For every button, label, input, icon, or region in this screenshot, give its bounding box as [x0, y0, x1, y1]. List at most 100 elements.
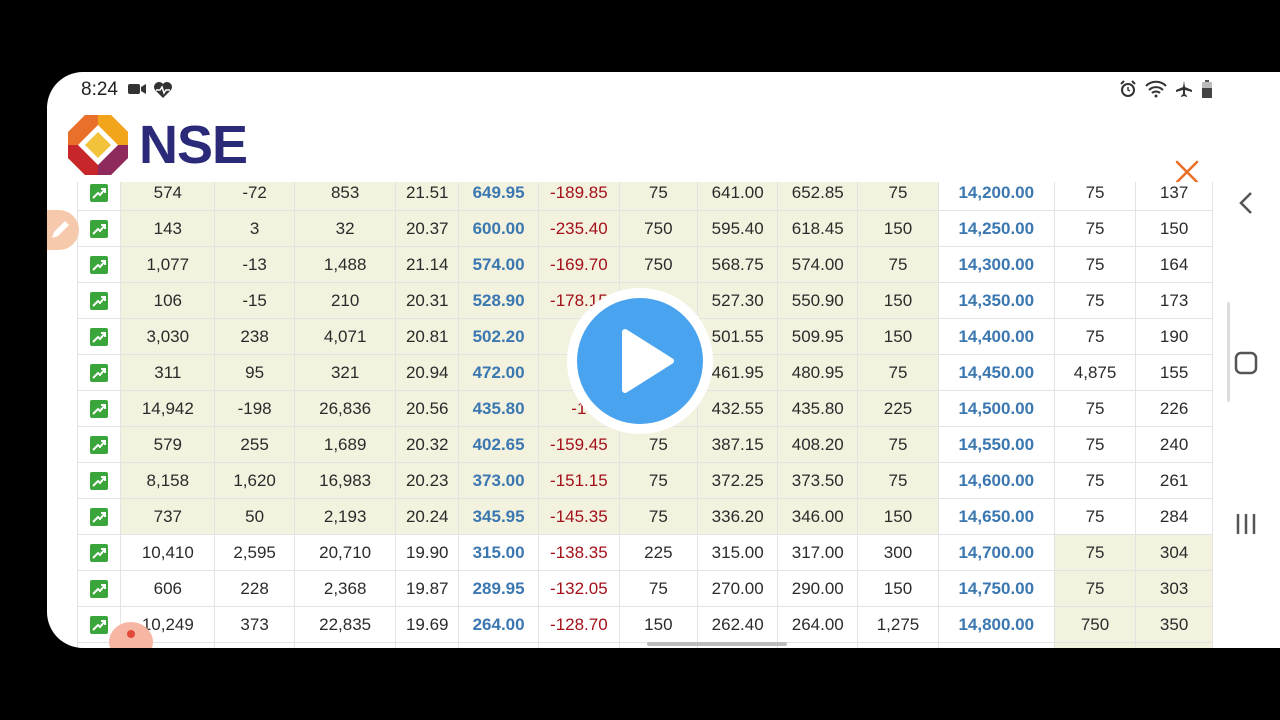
- cell-bid-qty: 750: [618, 210, 699, 247]
- cell-ask-qty: 150: [857, 498, 939, 535]
- cell-oi: 311: [120, 354, 216, 391]
- chart-icon[interactable]: [90, 616, 109, 635]
- table-row: 7601772,12118.81229.00-130.4575218.00240…: [77, 642, 1213, 648]
- cell-ltp[interactable]: 345.95: [458, 498, 540, 535]
- cell-ltp[interactable]: 435.80: [458, 390, 540, 427]
- chart-cell: [77, 210, 122, 247]
- cell-oi: 10,410: [120, 534, 216, 571]
- cell-p-bid-qty: 75: [1053, 182, 1137, 211]
- chart-cell: [77, 246, 122, 283]
- cell-ask-qty: 150: [857, 210, 939, 247]
- chart-icon[interactable]: [90, 472, 109, 491]
- cell-ltp[interactable]: 402.65: [458, 426, 540, 463]
- cell-ltp[interactable]: 289.95: [458, 570, 540, 607]
- cell-strike[interactable]: 14,250.00: [937, 210, 1055, 247]
- cell-ask: 509.95: [777, 318, 859, 355]
- status-bar: 8:24: [47, 72, 1213, 106]
- chart-icon[interactable]: [90, 292, 109, 311]
- cell-p-bid: 350: [1135, 606, 1213, 643]
- heart-monitor-icon: [154, 82, 172, 98]
- cell-strike[interactable]: 14,400.00: [937, 318, 1055, 355]
- chart-icon[interactable]: [90, 400, 109, 419]
- chart-cell: [77, 282, 122, 319]
- cell-ltp[interactable]: 502.20: [458, 318, 540, 355]
- home-square-icon[interactable]: [1231, 350, 1261, 376]
- chart-icon[interactable]: [90, 328, 109, 347]
- cell-ask-qty: 1,275: [857, 606, 939, 643]
- cell-chng: -151.15: [538, 462, 620, 499]
- cell-oi: 606: [120, 570, 216, 607]
- chart-icon[interactable]: [90, 220, 109, 239]
- battery-icon: [1202, 80, 1212, 98]
- cell-iv: 19.90: [395, 534, 460, 571]
- cell-chng-oi: 1,620: [214, 462, 295, 499]
- chevron-left-icon[interactable]: [1231, 190, 1261, 216]
- cell-strike[interactable]: 14,450.00: [937, 354, 1055, 391]
- status-time: 8:24: [81, 79, 118, 100]
- cell-chng: -235.40: [538, 210, 620, 247]
- cell-iv: 21.14: [395, 246, 460, 283]
- cell-ltp[interactable]: 229.00: [458, 642, 540, 648]
- cell-bid-qty: 150: [618, 606, 699, 643]
- cell-strike[interactable]: 14,300.00: [937, 246, 1055, 283]
- cell-chng-oi: 177: [214, 642, 295, 648]
- table-row: 8,158 1,620 16,983 20.23 373.00 -151.15 75 372.…: [77, 462, 1213, 499]
- cell-ltp[interactable]: 373.00: [458, 462, 540, 499]
- cell-chng: -128.70: [538, 606, 620, 643]
- cell-strike[interactable]: 14,350.00: [937, 282, 1055, 319]
- cell-volume: 26,836: [293, 390, 397, 427]
- app-header: NSE: [47, 106, 1213, 184]
- cell-ltp[interactable]: 600.00: [458, 210, 540, 247]
- cell-ltp[interactable]: 528.90: [458, 282, 540, 319]
- cell-strike[interactable]: 14,500.00: [937, 390, 1055, 427]
- airplane-icon: [1176, 81, 1192, 97]
- cell-ltp[interactable]: 472.00: [458, 354, 540, 391]
- chart-cell: [77, 390, 122, 427]
- cell-strike[interactable]: 14,650.00: [937, 498, 1055, 535]
- alarm-icon: [1120, 80, 1136, 97]
- chart-cell: [77, 462, 122, 499]
- chart-icon[interactable]: [90, 580, 109, 599]
- cell-bid: 527.30: [697, 282, 779, 319]
- cell-volume: 1,689: [293, 426, 397, 463]
- chart-icon[interactable]: [90, 184, 109, 203]
- cell-volume: 2,368: [293, 570, 397, 607]
- cell-bid-qty: 75: [618, 462, 699, 499]
- status-left-icons: [127, 81, 173, 99]
- cell-volume: 32: [293, 210, 397, 247]
- cell-ltp[interactable]: 649.95: [458, 182, 540, 211]
- cell-chng-oi: 373: [214, 606, 295, 643]
- chart-icon[interactable]: [90, 364, 109, 383]
- chart-icon[interactable]: [90, 256, 109, 275]
- cell-ltp[interactable]: 264.00: [458, 606, 540, 643]
- cell-strike[interactable]: 14,850.00: [937, 642, 1055, 648]
- cell-strike[interactable]: 14,550.00: [937, 426, 1055, 463]
- edit-floating-button[interactable]: [47, 210, 79, 250]
- cell-strike[interactable]: 14,700.00: [937, 534, 1055, 571]
- chart-icon[interactable]: [90, 508, 109, 527]
- cell-strike[interactable]: 14,200.00: [937, 182, 1055, 211]
- cell-oi: 106: [120, 282, 216, 319]
- recents-icon[interactable]: [1231, 511, 1261, 537]
- cell-volume: 321: [293, 354, 397, 391]
- cell-strike[interactable]: 14,600.00: [937, 462, 1055, 499]
- cell-chng: -159.45: [538, 426, 620, 463]
- video-camera-icon: [128, 84, 146, 94]
- cell-volume: 16,983: [293, 462, 397, 499]
- cell-strike[interactable]: 14,750.00: [937, 570, 1055, 607]
- cell-bid-qty: 75: [618, 498, 699, 535]
- cell-p-bid: 303: [1135, 570, 1213, 607]
- cell-p-bid-qty: 75: [1053, 282, 1137, 319]
- play-icon: [622, 329, 674, 393]
- cell-strike[interactable]: 14,800.00: [937, 606, 1055, 643]
- horizontal-scrollbar[interactable]: [647, 642, 787, 646]
- cell-ltp[interactable]: 315.00: [458, 534, 540, 571]
- cell-ask-qty: 150: [857, 318, 939, 355]
- chart-icon[interactable]: [90, 436, 109, 455]
- chart-icon[interactable]: [90, 544, 109, 563]
- cell-ltp[interactable]: 574.00: [458, 246, 540, 283]
- cell-chng: -130.45: [538, 642, 620, 648]
- play-button[interactable]: [567, 288, 713, 434]
- chart-cell: [77, 570, 122, 607]
- cell-oi: 3,030: [120, 318, 216, 355]
